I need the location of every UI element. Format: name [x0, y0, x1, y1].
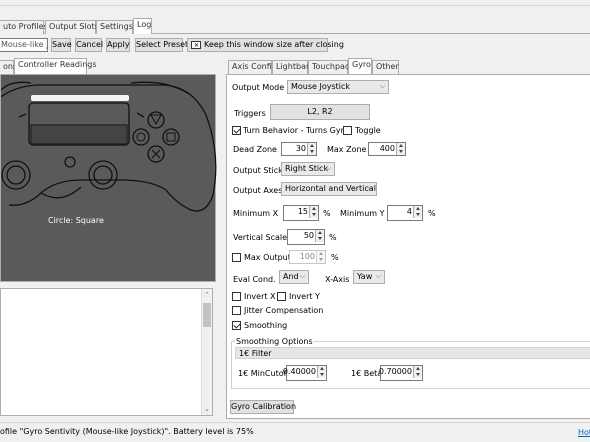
output-mode-label: Output Mode [232, 83, 285, 92]
smoothing-label: Smoothing [244, 321, 288, 330]
scroll-down-icon[interactable]: ⌄ [204, 405, 210, 413]
max-zone-value: 400 [379, 144, 395, 153]
tab-auto-profiles[interactable]: uto Profiles [0, 20, 48, 34]
log-list: ⌃ ⌄ [0, 288, 213, 416]
vertical-scale-label: Vertical Scale [233, 233, 288, 242]
smoothing-options-label: Smoothing Options [235, 337, 314, 346]
scroll-up-icon[interactable]: ⌃ [204, 291, 210, 299]
output-stick-select[interactable]: Right Stick [281, 162, 335, 176]
minimum-x-value: 15 [297, 207, 308, 216]
minimum-y-label: Minimum Y [340, 209, 385, 218]
status-bar: ofile "Gyro Sentivity (Mouse-like Joysti… [0, 422, 590, 442]
minimum-x-percent: % [323, 209, 331, 218]
save-button[interactable]: Save [51, 38, 72, 52]
status-link[interactable]: Hot [578, 428, 590, 437]
output-axes-label: Output Axes [233, 186, 283, 195]
tab-controller-readings[interactable]: Controller Readings [14, 58, 97, 74]
max-output-percent: % [331, 253, 339, 262]
smoothing-checkbox[interactable] [232, 321, 241, 330]
vertical-scale-value: 50 [303, 231, 314, 240]
minimum-x-arrows-icon[interactable] [309, 206, 318, 218]
output-stick-label: Output Stick [233, 166, 283, 175]
dead-zone-spinner[interactable]: 30 [281, 142, 317, 156]
max-zone-label: Max Zone [327, 145, 367, 154]
triggers-label: Triggers [234, 109, 266, 118]
vertical-scale-spinner[interactable]: 50 [287, 229, 325, 245]
minimum-x-label: Minimum X [233, 209, 279, 218]
beta-value: 0.70000 [378, 367, 412, 376]
turn-behavior-label: Turn Behavior - Turns Gyro [243, 126, 349, 135]
toggle-label: Toggle [355, 126, 381, 135]
mincutoff-arrows-icon[interactable] [317, 366, 326, 378]
keep-window-icon: ✕ [191, 41, 201, 49]
keep-window-size-button[interactable]: ✕ Keep this window size after closing [187, 38, 344, 52]
mincutoff-spinner[interactable]: 0.40000 [282, 365, 327, 381]
triggers-button[interactable]: L2, R2 [270, 104, 370, 120]
vertical-scale-percent: % [329, 233, 337, 242]
filter-header[interactable]: 1€ Filter [235, 347, 590, 359]
max-output-arrows-icon[interactable] [316, 251, 325, 263]
minimum-y-percent: % [428, 209, 436, 218]
gyro-calibration-button[interactable]: Gyro Calibration [230, 400, 296, 414]
minimum-y-spinner[interactable]: 4 [387, 205, 423, 221]
controller-view: Circle: Square [0, 74, 217, 282]
mincutoff-value: 0.40000 [282, 367, 316, 376]
scroll-thumb[interactable] [203, 303, 211, 327]
invert-y-label: Invert Y [289, 292, 320, 301]
tab-log[interactable]: Log [133, 18, 152, 34]
minimum-x-spinner[interactable]: 15 [283, 205, 319, 221]
beta-spinner[interactable]: 0.70000 [378, 365, 423, 381]
beta-arrows-icon[interactable] [413, 366, 422, 378]
eval-cond-select[interactable]: And [279, 270, 309, 284]
cancel-button[interactable]: Cancel [75, 38, 103, 52]
vertical-scale-arrows-icon[interactable] [315, 230, 324, 242]
controller-outline-icon [1, 81, 217, 212]
max-output-value: 100 [299, 252, 315, 261]
jitter-compensation-label: Jitter Compensation [244, 306, 324, 315]
tab-controls[interactable]: ons [0, 60, 17, 74]
invert-x-checkbox[interactable] [232, 292, 241, 301]
toggle-checkbox[interactable] [343, 126, 352, 135]
x-axis-label: X-Axis [325, 275, 350, 284]
select-preset-button[interactable]: Select Preset [135, 38, 188, 52]
turn-behavior-checkbox[interactable] [232, 126, 241, 135]
invert-y-checkbox[interactable] [277, 292, 286, 301]
profile-name-field[interactable]: Mouse-like Jc [0, 38, 48, 52]
eval-cond-label: Eval Cond. [233, 275, 276, 284]
mincutoff-label: 1€ MinCutoff [238, 369, 290, 378]
tab-gyro[interactable]: Gyro [348, 58, 372, 74]
tab-axis-config[interactable]: Axis Config [228, 60, 277, 74]
output-axes-select[interactable]: Horizontal and Vertical [281, 182, 377, 196]
max-output-checkbox[interactable] [232, 253, 241, 262]
top-header-line [0, 5, 590, 6]
minimum-y-value: 4 [406, 207, 412, 216]
output-mode-select[interactable]: Mouse Joystick [287, 80, 389, 94]
beta-label: 1€ Beta [351, 369, 383, 378]
max-output-label: Max Output [244, 253, 291, 262]
tab-settings[interactable]: Settings [96, 20, 133, 34]
filter-label: 1€ Filter [239, 349, 272, 358]
log-scrollbar[interactable]: ⌃ ⌄ [201, 289, 212, 415]
dead-zone-label: Dead Zone [233, 145, 277, 154]
dead-zone-arrows-icon[interactable] [307, 143, 316, 155]
max-zone-spinner[interactable]: 400 [368, 142, 406, 156]
tab-lightbar[interactable]: Lightbar [272, 60, 309, 74]
x-axis-select[interactable]: Yaw [353, 270, 385, 284]
max-zone-arrows-icon[interactable] [396, 143, 405, 155]
apply-button[interactable]: Apply [106, 38, 130, 52]
controller-readout: Circle: Square [48, 216, 104, 225]
invert-x-label: Invert X [244, 292, 276, 301]
dead-zone-value: 30 [295, 144, 306, 153]
tab-other[interactable]: Other [372, 60, 399, 74]
tab-output-slots[interactable]: Output Slots [45, 20, 99, 34]
status-text: ofile "Gyro Sentivity (Mouse-like Joysti… [0, 427, 254, 436]
max-output-spinner[interactable]: 100 [289, 250, 326, 264]
minimum-y-arrows-icon[interactable] [413, 206, 422, 218]
jitter-compensation-checkbox[interactable] [232, 306, 241, 315]
tab-touchpad[interactable]: Touchpad [308, 60, 350, 74]
keep-window-label: Keep this window size after closing [204, 40, 344, 49]
